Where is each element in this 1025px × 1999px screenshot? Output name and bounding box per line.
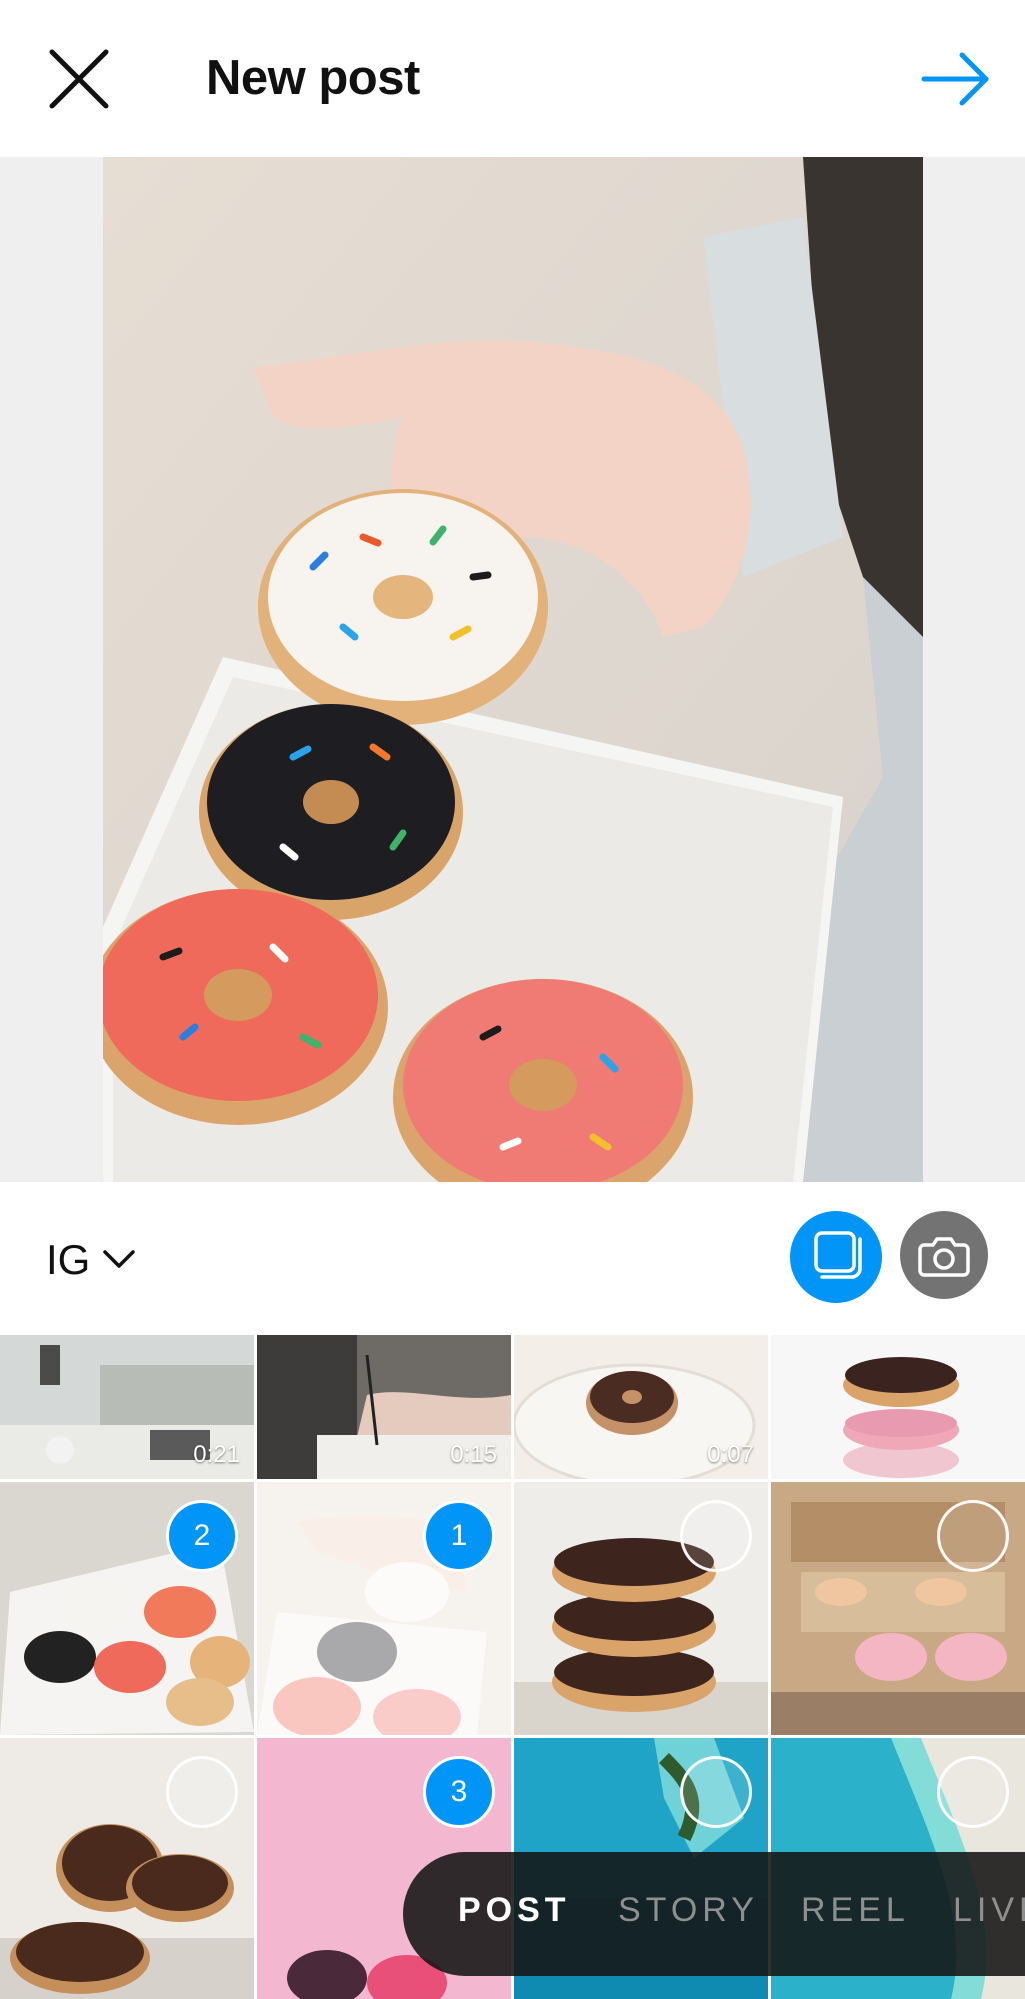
top-bar: New post (0, 0, 1025, 157)
selection-circle[interactable] (680, 1500, 752, 1572)
selection-badge[interactable]: 3 (423, 1756, 495, 1828)
selection-badge[interactable]: 1 (423, 1500, 495, 1572)
donut-photo (103, 157, 923, 1182)
close-button[interactable] (44, 44, 114, 114)
grid-thumbnail[interactable] (771, 1482, 1025, 1735)
selection-circle[interactable] (937, 1500, 1009, 1572)
selection-badge[interactable]: 2 (166, 1500, 238, 1572)
arrow-right-icon (921, 52, 989, 106)
mode-post[interactable]: POST (458, 1891, 571, 1930)
mode-story[interactable]: STORY (618, 1891, 759, 1930)
camera-button[interactable] (900, 1211, 988, 1299)
close-icon (49, 49, 109, 109)
preview-image[interactable] (103, 157, 923, 1182)
video-duration: 0:15 (450, 1441, 497, 1468)
next-button[interactable] (918, 44, 994, 114)
grid-thumbnail[interactable] (514, 1482, 768, 1735)
media-preview (0, 157, 1025, 1182)
selection-circle[interactable] (937, 1756, 1009, 1828)
video-duration: 0:07 (707, 1441, 754, 1468)
selection-circle[interactable] (680, 1756, 752, 1828)
chevron-down-icon (103, 1250, 136, 1268)
album-label: IG (46, 1236, 91, 1283)
multi-select-icon (814, 1231, 862, 1279)
gallery-bar: IG (0, 1182, 1025, 1335)
multi-select-button[interactable] (790, 1211, 882, 1303)
video-duration: 0:21 (193, 1441, 240, 1468)
grid-thumbnail[interactable]: 0:21 (0, 1335, 254, 1479)
camera-icon (918, 1237, 970, 1277)
album-selector[interactable]: IG (46, 1236, 136, 1284)
mode-reel[interactable]: REEL (801, 1891, 910, 1930)
donut-stack-thumbnail (771, 1335, 1025, 1479)
selection-circle[interactable] (166, 1756, 238, 1828)
grid-thumbnail[interactable] (0, 1738, 254, 1999)
grid-thumbnail[interactable]: 1 (257, 1482, 511, 1735)
mode-live[interactable]: LIVE (953, 1891, 1025, 1930)
grid-thumbnail[interactable] (771, 1335, 1025, 1479)
grid-thumbnail[interactable]: 0:07 (514, 1335, 768, 1479)
page-title: New post (206, 51, 420, 105)
grid-thumbnail[interactable]: 0:15 (257, 1335, 511, 1479)
mode-switcher: POST STORY REEL LIVE (403, 1852, 1025, 1976)
grid-thumbnail[interactable]: 2 (0, 1482, 254, 1735)
